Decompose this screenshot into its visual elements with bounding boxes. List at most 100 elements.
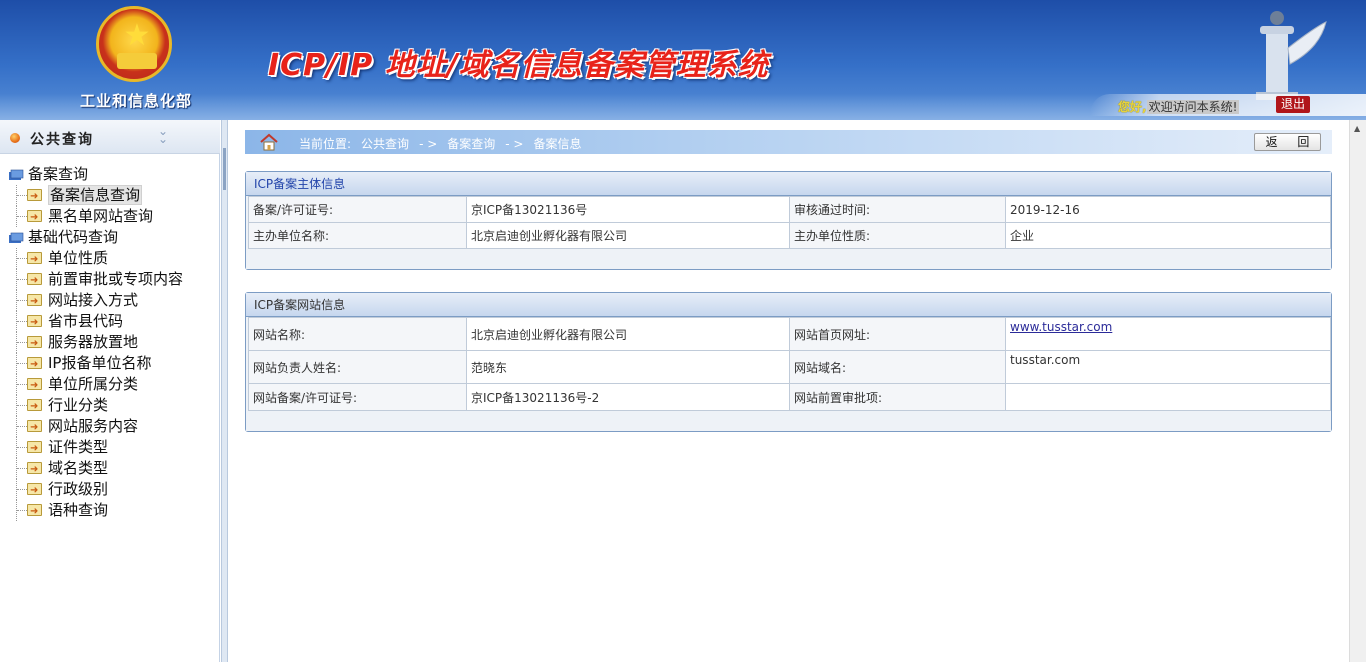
- document-arrow-icon: [27, 396, 42, 417]
- field-label: 审核通过时间:: [789, 196, 1006, 223]
- document-arrow-icon: [27, 438, 42, 459]
- sidebar-item[interactable]: 行业分类: [0, 395, 220, 417]
- splitter-grip[interactable]: [223, 148, 226, 190]
- document-arrow-icon: [27, 459, 42, 480]
- sidebar-section-title: 公共查询: [30, 132, 94, 148]
- sidebar-item[interactable]: 前置审批或专项内容: [0, 269, 220, 291]
- document-arrow-icon: [27, 375, 42, 396]
- breadcrumb-separator: - >: [419, 137, 438, 151]
- table-row: 主办单位名称: 北京启迪创业孵化器有限公司 主办单位性质: 企业: [248, 222, 1331, 249]
- document-arrow-icon: [27, 417, 42, 438]
- field-label: 主办单位性质:: [789, 222, 1006, 249]
- sidebar-section-header[interactable]: 公共查询 ⌄ ⌄: [0, 120, 220, 154]
- sidebar-group-label: 备案查询: [28, 165, 89, 183]
- home-icon[interactable]: [259, 133, 279, 151]
- sidebar-item[interactable]: 备案信息查询: [0, 185, 220, 207]
- document-arrow-icon: [27, 270, 42, 291]
- sidebar-group[interactable]: 备案查询: [0, 164, 220, 185]
- sidebar: 公共查询 ⌄⌄ 备案查询备案信息查询黑名单网站查询基础代码查询单位性质前置审批或…: [0, 120, 220, 662]
- field-value: 京ICP备13021136号-2: [466, 383, 790, 411]
- sidebar-item[interactable]: 行政级别: [0, 479, 220, 501]
- panel-title: ICP备案网站信息: [246, 293, 1331, 317]
- document-arrow-icon: [27, 501, 42, 522]
- sidebar-item[interactable]: 单位所属分类: [0, 374, 220, 396]
- sidebar-item[interactable]: 服务器放置地: [0, 332, 220, 354]
- breadcrumb-item[interactable]: 备案查询: [447, 137, 495, 151]
- sidebar-item-label: 行政级别: [48, 480, 109, 498]
- sidebar-group-label: 基础代码查询: [28, 228, 119, 246]
- sidebar-item-label: 证件类型: [48, 438, 109, 456]
- sidebar-item[interactable]: 证件类型: [0, 437, 220, 459]
- panel-footer: [246, 411, 1331, 431]
- homepage-url-cell: www.tusstar.com: [1005, 317, 1331, 351]
- breadcrumb-separator: - >: [505, 137, 524, 151]
- icp-subject-panel: ICP备案主体信息 备案/许可证号: 京ICP备13021136号 审核通过时间…: [245, 171, 1332, 270]
- sidebar-item[interactable]: 语种查询: [0, 500, 220, 522]
- homepage-url-link[interactable]: www.tusstar.com: [1010, 320, 1112, 334]
- document-arrow-icon: [27, 249, 42, 270]
- sidebar-item[interactable]: 省市县代码: [0, 311, 220, 333]
- panel-title: ICP备案主体信息: [246, 172, 1331, 196]
- panel-footer: [246, 249, 1331, 269]
- system-title: ICP/IP 地址/域名信息备案管理系统: [268, 48, 769, 83]
- sidebar-item[interactable]: 黑名单网站查询: [0, 206, 220, 228]
- panel-title-text: ICP备案网站信息: [254, 298, 346, 312]
- field-value: 北京启迪创业孵化器有限公司: [466, 317, 790, 351]
- ministry-name: 工业和信息化部: [79, 92, 192, 110]
- document-arrow-icon: [27, 333, 42, 354]
- subject-info-table: 备案/许可证号: 京ICP备13021136号 审核通过时间: 2019-12-…: [248, 196, 1331, 249]
- table-row: 备案/许可证号: 京ICP备13021136号 审核通过时间: 2019-12-…: [248, 196, 1331, 223]
- sidebar-item-label: 行业分类: [48, 396, 109, 414]
- sidebar-item[interactable]: 网站服务内容: [0, 416, 220, 438]
- icp-website-panel: ICP备案网站信息 网站名称: 北京启迪创业孵化器有限公司 网站首页网址: ww…: [245, 292, 1332, 432]
- breadcrumb-text: 当前位置: 公共查询 - > 备案查询 - > 备案信息: [299, 135, 592, 152]
- breadcrumb-item[interactable]: 公共查询: [361, 137, 409, 151]
- panel-title-text: ICP备案主体信息: [254, 177, 346, 191]
- document-arrow-icon: [27, 480, 42, 501]
- table-row: 网站备案/许可证号: 京ICP备13021136号-2 网站前置审批项:: [248, 383, 1331, 411]
- field-value: 企业: [1005, 222, 1331, 249]
- table-row: 网站名称: 北京启迪创业孵化器有限公司 网站首页网址: www.tusstar.…: [248, 317, 1331, 351]
- group-folder-icon: [9, 232, 24, 243]
- back-button[interactable]: 返 回: [1254, 133, 1321, 151]
- group-folder-icon: [9, 169, 24, 180]
- sidebar-splitter[interactable]: [221, 120, 228, 662]
- sidebar-item-label: 备案信息查询: [48, 185, 143, 205]
- scroll-up-arrow-icon[interactable]: ▲: [1354, 124, 1360, 133]
- sidebar-item[interactable]: 单位性质: [0, 248, 220, 270]
- sidebar-item-label: 网站接入方式: [48, 291, 139, 309]
- sidebar-tree: 备案查询备案信息查询黑名单网站查询基础代码查询单位性质前置审批或专项内容网站接入…: [0, 164, 220, 522]
- field-label: 网站负责人姓名:: [248, 350, 467, 384]
- sidebar-item-label: 语种查询: [48, 501, 109, 519]
- table-row: 网站负责人姓名: 范晓东 网站域名: tusstar.com: [248, 350, 1331, 384]
- breadcrumb: 当前位置: 公共查询 - > 备案查询 - > 备案信息: [245, 130, 1332, 154]
- double-chevron-down-icon[interactable]: ⌄ ⌄: [158, 125, 168, 145]
- field-label: 主办单位名称:: [248, 222, 467, 249]
- website-info-table: 网站名称: 北京启迪创业孵化器有限公司 网站首页网址: www.tusstar.…: [248, 317, 1331, 411]
- greeting-hello: 您好,: [1118, 100, 1147, 114]
- sidebar-group[interactable]: 基础代码查询: [0, 227, 220, 248]
- field-label: 网站前置审批项:: [789, 383, 1006, 411]
- field-label: 网站域名:: [789, 350, 1006, 384]
- sidebar-item-label: IP报备单位名称: [48, 354, 152, 372]
- document-arrow-icon: [27, 354, 42, 375]
- logout-button[interactable]: 退出: [1276, 96, 1310, 113]
- field-label: 备案/许可证号:: [248, 196, 467, 223]
- sidebar-item[interactable]: 网站接入方式: [0, 290, 220, 312]
- sidebar-item[interactable]: 域名类型: [0, 458, 220, 480]
- breadcrumb-prefix: 当前位置:: [299, 137, 352, 151]
- national-emblem-icon: ★: [96, 6, 172, 82]
- sidebar-item-label: 前置审批或专项内容: [48, 270, 184, 288]
- sidebar-item-label: 单位所属分类: [48, 375, 139, 393]
- document-arrow-icon: [27, 207, 42, 228]
- vertical-scrollbar[interactable]: ▲: [1349, 120, 1366, 662]
- sidebar-item[interactable]: IP报备单位名称: [0, 353, 220, 375]
- sidebar-item-label: 单位性质: [48, 249, 109, 267]
- sidebar-item-label: 域名类型: [48, 459, 109, 477]
- bullet-icon: [10, 133, 20, 143]
- field-value: [1005, 383, 1331, 411]
- field-label: 网站名称:: [248, 317, 467, 351]
- huabiao-pillar-icon: [1256, 11, 1327, 100]
- field-value: 京ICP备13021136号: [466, 196, 790, 223]
- field-value: tusstar.com: [1005, 350, 1331, 384]
